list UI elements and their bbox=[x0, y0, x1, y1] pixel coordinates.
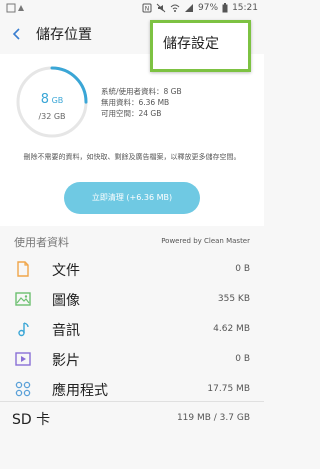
stat-system-user: 系統/使用者資料：8 GB bbox=[101, 87, 182, 96]
status-time: 15:21 bbox=[232, 3, 258, 13]
list-item-videos[interactable]: 影片 0 B bbox=[0, 344, 264, 374]
list-item-audio[interactable]: 音訊 4.62 MB bbox=[0, 314, 264, 344]
sd-card-row[interactable]: SD 卡 119 MB / 3.7 GB bbox=[0, 404, 264, 432]
used-amount: 8 bbox=[40, 92, 50, 107]
apps-icon bbox=[15, 381, 31, 397]
item-size: 17.75 MB bbox=[207, 384, 250, 394]
used-storage-value: 8 GB bbox=[14, 92, 90, 107]
image-icon bbox=[15, 292, 31, 306]
mute-icon bbox=[156, 3, 166, 13]
nfc-icon: N bbox=[142, 3, 152, 13]
stat-junk: 無用資料：6.36 MB bbox=[101, 98, 170, 107]
notification-icon bbox=[6, 3, 24, 13]
item-size: 355 KB bbox=[217, 294, 250, 304]
storage-summary-panel: 8 GB /32 GB 系統/使用者資料：8 GB 無用資料：6.36 MB 可… bbox=[0, 54, 264, 226]
cleanup-description: 刪除不需要的資料，如快取、剩餘及廣告檔案，以釋放更多儲存空間。 bbox=[23, 153, 241, 161]
wifi-icon bbox=[170, 4, 180, 12]
powered-by: Powered by Clean Master bbox=[161, 237, 250, 245]
options-menu: 儲存設定 bbox=[150, 20, 251, 72]
item-size: 0 B bbox=[235, 354, 250, 364]
section-header: 使用者資料 Powered by Clean Master bbox=[0, 232, 264, 250]
total-storage: /32 GB bbox=[38, 112, 66, 121]
sd-card-size: 119 MB / 3.7 GB bbox=[176, 413, 250, 423]
back-arrow-icon[interactable] bbox=[10, 27, 24, 41]
item-size: 0 B bbox=[235, 264, 250, 274]
clean-now-button[interactable]: 立即清理 (+6.36 MB) bbox=[64, 182, 200, 214]
battery-icon bbox=[222, 3, 228, 13]
section-title: 使用者資料 bbox=[14, 236, 69, 249]
list-item-images[interactable]: 圖像 355 KB bbox=[0, 284, 264, 314]
item-name: 影片 bbox=[52, 353, 80, 369]
music-note-icon bbox=[18, 322, 29, 337]
item-name: 應用程式 bbox=[52, 383, 108, 399]
list-item-documents[interactable]: 文件 0 B bbox=[0, 254, 264, 284]
item-size: 4.62 MB bbox=[213, 324, 250, 334]
notification-icons bbox=[6, 3, 26, 16]
status-bar: N 97% 15:21 bbox=[0, 0, 264, 18]
divider bbox=[0, 401, 264, 402]
item-name: 圖像 bbox=[52, 293, 80, 309]
svg-text:N: N bbox=[145, 6, 150, 13]
menu-item-storage-settings[interactable]: 儲存設定 bbox=[163, 33, 219, 53]
list-item-apps[interactable]: 應用程式 17.75 MB bbox=[0, 374, 264, 404]
storage-stats: 系統/使用者資料：8 GB 無用資料：6.36 MB 可用空間：24 GB bbox=[101, 86, 182, 119]
item-name: 音訊 bbox=[52, 323, 80, 339]
document-icon bbox=[17, 261, 29, 277]
signal-icon bbox=[185, 4, 194, 12]
sd-card-label: SD 卡 bbox=[12, 412, 51, 428]
stat-free: 可用空間：24 GB bbox=[101, 109, 162, 118]
used-unit: GB bbox=[51, 96, 64, 105]
battery-percent: 97% bbox=[198, 3, 219, 13]
page-title: 儲存位置 bbox=[36, 27, 92, 43]
item-name: 文件 bbox=[52, 263, 80, 279]
video-icon bbox=[15, 352, 31, 366]
